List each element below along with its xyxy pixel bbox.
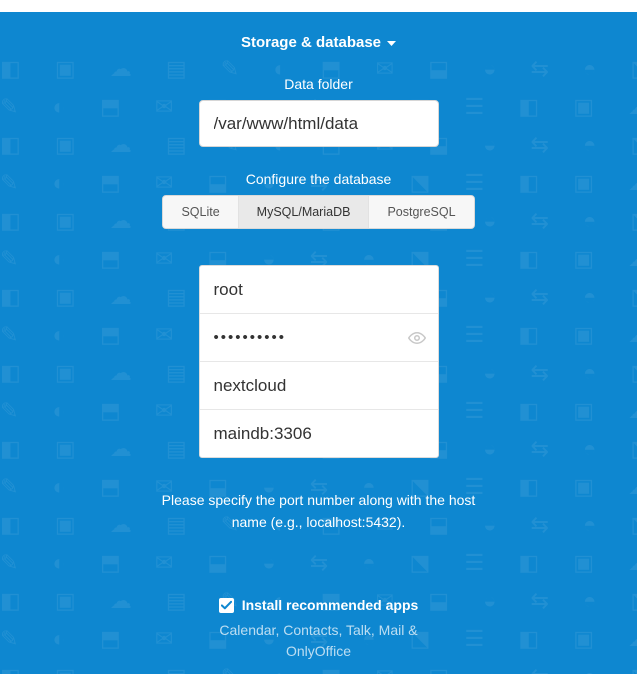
tab-sqlite[interactable]: SQLite bbox=[163, 196, 238, 228]
recommended-apps-list: Calendar, Contacts, Talk, Mail & OnlyOff… bbox=[189, 620, 449, 662]
db-host-input[interactable] bbox=[200, 410, 438, 457]
install-apps-label: Install recommended apps bbox=[242, 597, 419, 613]
db-user-input[interactable] bbox=[200, 266, 438, 313]
db-password-input[interactable] bbox=[200, 314, 438, 361]
db-type-tabs: SQLite MySQL/MariaDB PostgreSQL bbox=[162, 195, 474, 229]
db-credentials-group bbox=[199, 265, 439, 458]
window-top-strip bbox=[0, 0, 637, 12]
data-folder-input[interactable] bbox=[199, 100, 439, 147]
host-port-hint: Please specify the port number along wit… bbox=[159, 490, 479, 533]
tab-mysql[interactable]: MySQL/MariaDB bbox=[239, 196, 370, 228]
tab-postgres[interactable]: PostgreSQL bbox=[369, 196, 473, 228]
section-title-text: Storage & database bbox=[241, 34, 381, 51]
checkbox-checked-icon bbox=[219, 598, 234, 613]
install-apps-checkbox[interactable]: Install recommended apps bbox=[219, 597, 419, 613]
caret-down-icon bbox=[387, 34, 396, 51]
storage-database-toggle[interactable]: Storage & database bbox=[241, 34, 396, 51]
db-name-input[interactable] bbox=[200, 362, 438, 409]
data-folder-label: Data folder bbox=[0, 76, 637, 92]
configure-db-label: Configure the database bbox=[0, 171, 637, 187]
toggle-password-visibility-icon[interactable] bbox=[408, 329, 426, 347]
